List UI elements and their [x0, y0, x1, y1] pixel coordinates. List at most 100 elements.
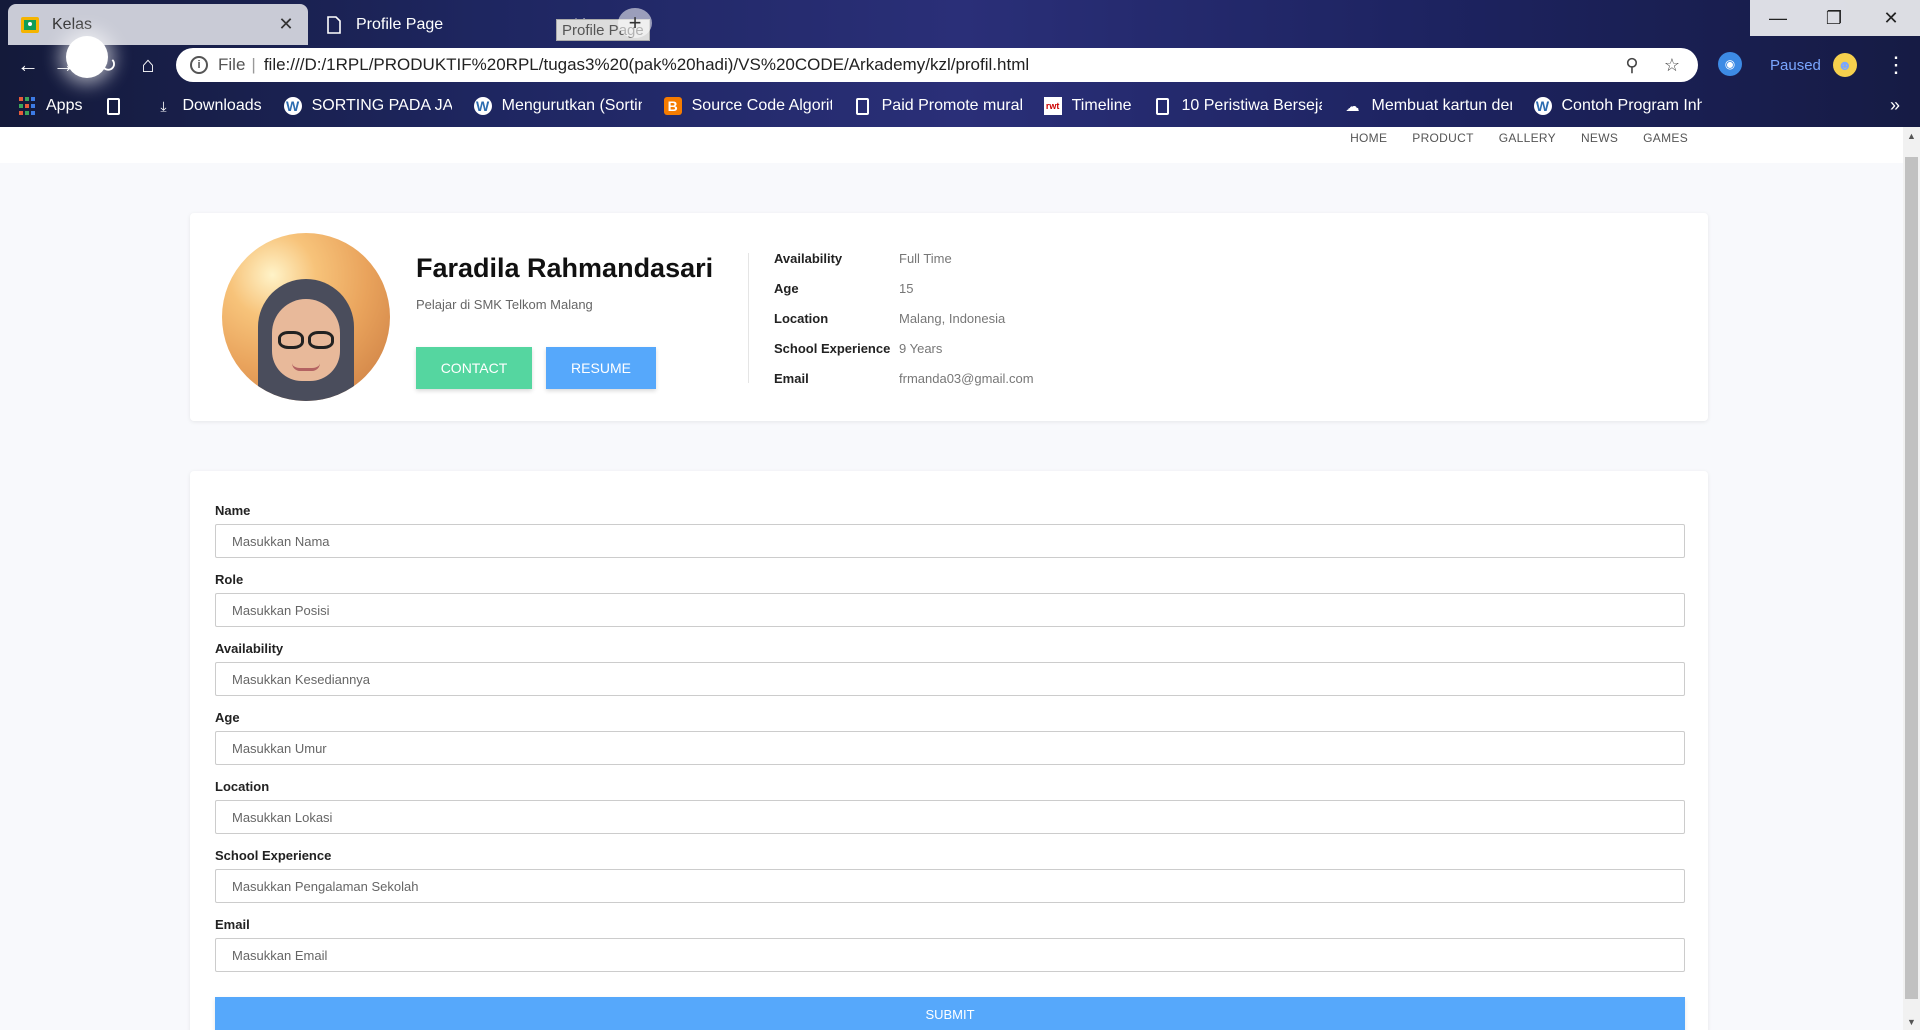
bookmark-item[interactable]: Apps	[18, 97, 82, 115]
new-tab-button[interactable]: +	[618, 8, 652, 38]
field-label: Role	[215, 572, 244, 587]
tab-strip: Kelas ✕ Profile Page ✕ Profile Page + — …	[0, 0, 1920, 45]
field-label: Location	[215, 779, 270, 794]
bookmark-item[interactable]: 10 Peristiwa Bersejara	[1154, 97, 1322, 115]
profile-card: Faradila Rahmandasari Pelajar di SMK Tel…	[190, 213, 1708, 421]
bookmark-item[interactable]: W Mengurutkan (Sorting	[473, 97, 642, 115]
field-label: School Experience	[215, 848, 332, 863]
info-key: Availability	[774, 250, 843, 266]
cloud-icon: ☁	[1345, 97, 1360, 114]
field-age: Age	[215, 708, 1685, 765]
school-experience-input[interactable]	[215, 869, 1685, 903]
field-school-experience: School Experience	[215, 846, 1685, 903]
back-arrow-icon[interactable]: ←	[12, 49, 44, 81]
page-icon	[324, 15, 344, 35]
extension-icon[interactable]: ◉	[1718, 52, 1742, 76]
page-viewport: HOME PRODUCT GALLERY NEWS GAMES Faradila…	[0, 127, 1903, 1030]
profile-info-list: Availability Full Time Age 15 Location M…	[774, 243, 1034, 393]
info-value: Full Time	[899, 250, 952, 266]
wordpress-icon: W	[473, 97, 492, 115]
age-input[interactable]	[215, 731, 1685, 765]
bookmark-label: Mengurutkan (Sorting	[501, 97, 642, 114]
zoom-icon[interactable]: ⚲	[1620, 55, 1644, 76]
classroom-icon	[20, 15, 40, 35]
site-icon: rwt	[1043, 97, 1062, 115]
address-url[interactable]: file:///D:/1RPL/PRODUKTIF%20RPL/tugas3%2…	[264, 55, 1604, 75]
info-key: School Experience	[774, 340, 891, 356]
email-input[interactable]	[215, 938, 1685, 972]
contact-button[interactable]: CONTACT	[416, 347, 532, 389]
bookmark-item[interactable]: rwt Timeline	[1043, 97, 1132, 115]
close-icon[interactable]: ✕	[276, 14, 296, 35]
tab-kelas[interactable]: Kelas ✕	[8, 4, 308, 45]
download-icon: ⤓	[160, 97, 167, 114]
nav-home[interactable]: HOME	[1350, 131, 1387, 145]
bookmark-label: Apps	[46, 97, 83, 114]
profile-photo	[222, 233, 390, 401]
info-key: Location	[774, 310, 829, 326]
bookmark-item[interactable]: W SORTING PADA JAVA	[283, 97, 452, 115]
star-icon[interactable]: ☆	[1660, 55, 1684, 76]
avatar-icon: ☻	[1832, 53, 1857, 77]
home-icon[interactable]: ⌂	[132, 49, 164, 81]
info-row-location: Location Malang, Indonesia	[774, 303, 1034, 333]
bookmark-label: SORTING PADA JAVA	[311, 97, 452, 114]
address-bar[interactable]: i File | file:///D:/1RPL/PRODUKTIF%20RPL…	[176, 48, 1698, 82]
menu-icon[interactable]: ⋮	[1880, 49, 1912, 81]
bookmark-item[interactable]: B Source Code Algoritm	[663, 97, 832, 115]
bookmarks-bar: Apps ⤓ Downloads W SORTING PADA JAVA W Menguru…	[0, 85, 1920, 127]
field-name: Name	[215, 501, 1685, 558]
field-role: Role	[215, 570, 1685, 627]
moon-decoration	[66, 36, 108, 78]
address-scheme: File	[218, 55, 246, 74]
more-bookmarks-icon[interactable]: »	[1890, 95, 1900, 116]
nav-product[interactable]: PRODUCT	[1412, 131, 1473, 145]
apps-grid-icon	[18, 97, 36, 115]
browser-toolbar: ← → ↻ ⌂ i File | file:///D:/1RPL/PRODUKT…	[0, 45, 1920, 85]
location-input[interactable]	[215, 800, 1685, 834]
field-location: Location	[215, 777, 1685, 834]
bookmark-label: Membuat kartun den	[1371, 97, 1512, 114]
field-label: Email	[215, 917, 250, 932]
bookmark-item[interactable]	[104, 97, 132, 115]
address-separator: |	[251, 55, 256, 74]
minimize-button[interactable]: —	[1750, 0, 1806, 36]
submit-button[interactable]: SUBMIT	[215, 997, 1685, 1030]
profile-status: Paused	[1770, 56, 1821, 74]
bookmark-item[interactable]: Paid Promote murah	[854, 97, 1022, 115]
bookmark-item[interactable]: W Contoh Program Inhe	[1533, 97, 1702, 115]
scroll-thumb[interactable]	[1905, 157, 1918, 999]
page-icon	[1154, 97, 1172, 115]
info-value: 9 Years	[899, 340, 943, 356]
info-value: 15	[899, 280, 914, 296]
tab-title: Kelas	[52, 15, 93, 33]
scroll-down-icon[interactable]: ▼	[1903, 1013, 1920, 1030]
scroll-up-icon[interactable]: ▲	[1903, 127, 1920, 144]
nav-games[interactable]: GAMES	[1643, 131, 1688, 145]
restore-button[interactable]: ❐	[1806, 0, 1862, 36]
bookmark-label: Downloads	[182, 97, 262, 114]
nav-news[interactable]: NEWS	[1581, 131, 1618, 145]
info-icon[interactable]: i	[190, 56, 208, 74]
role-input[interactable]	[215, 593, 1685, 627]
profile-button[interactable]: Paused ☻	[1762, 48, 1865, 82]
profile-subtitle: Pelajar di SMK Telkom Malang	[416, 297, 593, 312]
info-row-age: Age 15	[774, 273, 1034, 303]
field-label: Availability	[215, 641, 284, 656]
field-label: Age	[215, 710, 240, 725]
name-input[interactable]	[215, 524, 1685, 558]
bookmark-label: Paid Promote murah	[881, 97, 1022, 114]
info-key: Email	[774, 370, 809, 386]
info-value: frmanda03@gmail.com	[899, 370, 1034, 386]
bookmark-item[interactable]: ☁ Membuat kartun den	[1344, 97, 1512, 115]
bookmark-label: Source Code Algoritm	[691, 97, 832, 114]
field-label: Name	[215, 503, 251, 518]
bookmark-item[interactable]: ⤓ Downloads	[154, 97, 261, 115]
nav-gallery[interactable]: GALLERY	[1499, 131, 1556, 145]
bookmark-label: Timeline	[1071, 97, 1132, 114]
availability-input[interactable]	[215, 662, 1685, 696]
resume-button[interactable]: RESUME	[546, 347, 656, 389]
blogger-icon: B	[663, 97, 682, 115]
page-scrollbar[interactable]: ▲ ▼	[1903, 127, 1920, 1030]
close-window-button[interactable]: ✕	[1862, 0, 1920, 36]
